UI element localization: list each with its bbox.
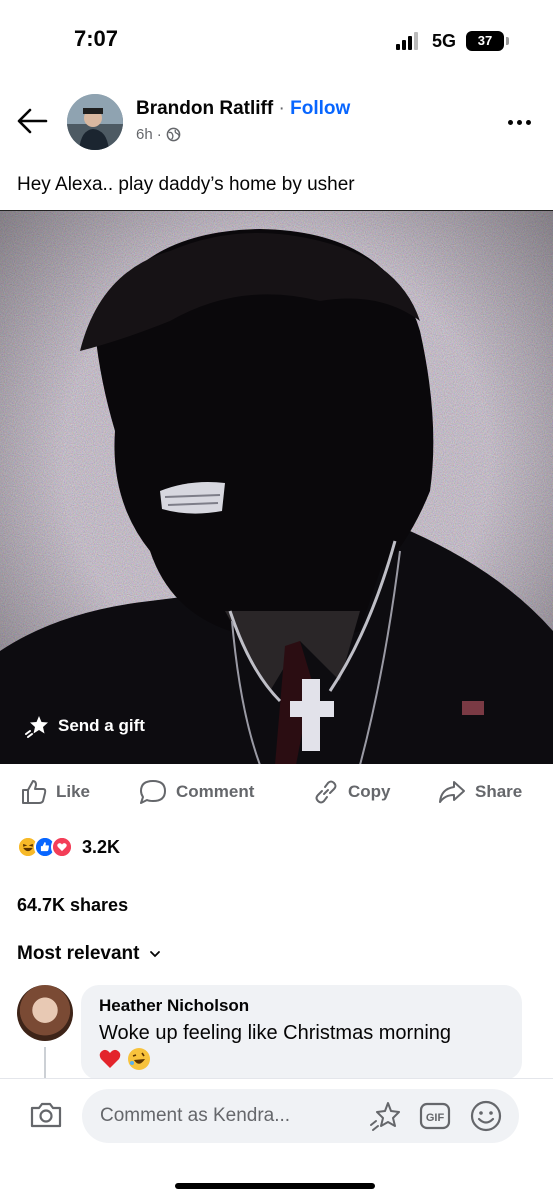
- arrow-left-icon: [17, 108, 48, 134]
- back-button[interactable]: [16, 106, 50, 136]
- status-bar: 7:07 5G 37: [0, 0, 553, 80]
- battery-icon: 37: [466, 31, 509, 51]
- home-indicator: [175, 1183, 375, 1189]
- avatar-photo: [67, 94, 123, 150]
- follow-button[interactable]: Follow: [290, 98, 350, 119]
- more-options-button[interactable]: [502, 112, 536, 132]
- comment-bubble[interactable]: Heather Nicholson Woke up feeling like C…: [81, 985, 522, 1080]
- speech-bubble-icon: [140, 780, 166, 804]
- comment-text: Woke up feeling like Christmas morning: [99, 1020, 504, 1074]
- name-separator: ·: [278, 98, 285, 119]
- comment-button[interactable]: Comment: [138, 778, 254, 806]
- status-time: 7:07: [74, 26, 119, 51]
- comment-sort-dropdown[interactable]: Most relevant: [17, 943, 161, 965]
- camera-icon: [30, 1102, 62, 1128]
- comment-input[interactable]: [82, 1089, 519, 1143]
- reaction-summary[interactable]: 3.2K: [17, 836, 120, 858]
- share-arrow-icon: [439, 781, 465, 803]
- network-type: 5G: [432, 31, 457, 51]
- link-icon: [315, 780, 337, 804]
- comment-item: Heather Nicholson Woke up feeling like C…: [17, 985, 537, 1083]
- post-header: Brandon Ratliff · Follow 6h ·: [0, 88, 553, 158]
- post-image[interactable]: Send a gift: [0, 210, 553, 764]
- thumbs-up-icon: [22, 780, 47, 804]
- sticker-star-icon: [370, 1102, 400, 1131]
- share-count[interactable]: 64.7K shares: [17, 895, 128, 916]
- post-action-bar: Like Comment Copy Share: [0, 774, 553, 812]
- globe-icon: [166, 127, 181, 142]
- smiley-icon: [470, 1100, 502, 1132]
- send-gift-label: Send a gift: [58, 716, 145, 735]
- post-photo: [0, 211, 553, 764]
- dot: [525, 119, 531, 125]
- reaction-count: 3.2K: [82, 836, 121, 857]
- share-button[interactable]: Share: [437, 778, 522, 806]
- like-label: Like: [56, 782, 91, 801]
- gif-button[interactable]: GIF: [418, 1099, 452, 1133]
- share-label: Share: [475, 782, 523, 801]
- love-icon: [51, 836, 73, 858]
- comment-label: Comment: [176, 782, 255, 801]
- emoji-button[interactable]: [469, 1099, 503, 1133]
- author-name[interactable]: Brandon Ratliff: [136, 98, 273, 119]
- dot: [507, 119, 513, 125]
- sort-label: Most relevant: [17, 943, 140, 964]
- author-line: Brandon Ratliff · Follow: [136, 98, 350, 120]
- author-avatar[interactable]: [67, 94, 123, 150]
- signal-strength-icon: [396, 32, 422, 50]
- chevron-down-icon: [150, 951, 161, 958]
- copy-button[interactable]: Copy: [312, 778, 391, 806]
- post-time: 6h: [136, 126, 153, 143]
- sticker-button[interactable]: [368, 1099, 402, 1133]
- red-heart-emoji-icon: [99, 1049, 121, 1068]
- commenter-avatar[interactable]: [17, 985, 73, 1041]
- meta-separator: ·: [156, 126, 162, 143]
- commenter-name[interactable]: Heather Nicholson: [99, 996, 504, 1016]
- gif-label: GIF: [426, 1112, 445, 1124]
- copy-label: Copy: [348, 782, 391, 801]
- send-gift-button[interactable]: Send a gift: [24, 714, 145, 738]
- camera-button[interactable]: [28, 1099, 64, 1131]
- comment-body: Woke up feeling like Christmas morning: [99, 1022, 452, 1044]
- like-button[interactable]: Like: [20, 778, 90, 806]
- gift-star-icon: [25, 716, 48, 738]
- post-meta: 6h ·: [136, 126, 181, 143]
- post-caption: Hey Alexa.. play daddy’s home by usher: [17, 174, 355, 195]
- comment-composer: GIF: [0, 1078, 553, 1200]
- rofl-emoji-icon: [127, 1048, 150, 1070]
- gif-icon: GIF: [419, 1102, 451, 1130]
- dot: [516, 119, 522, 125]
